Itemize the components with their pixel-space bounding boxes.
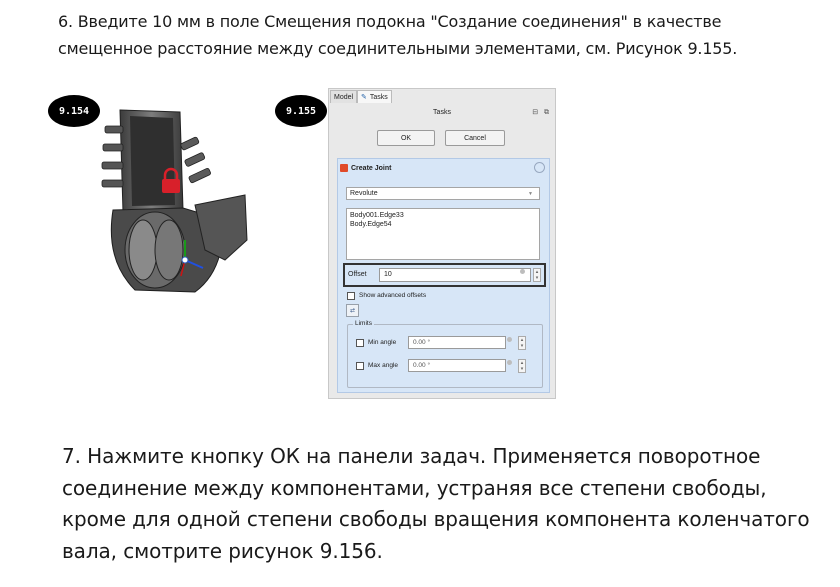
tab-tasks-label: Tasks <box>369 93 388 101</box>
tasks-panel: Model ✎ Tasks Tasks ⊟ ⧉ OK Cancel Create… <box>328 88 556 399</box>
max-angle-stepper[interactable]: ▴ ▾ <box>518 359 526 373</box>
expression-icon[interactable] <box>507 337 512 342</box>
joint-type-select[interactable]: Revolute ▼ <box>346 187 540 200</box>
swap-icon[interactable]: ⇄ <box>346 304 359 317</box>
min-angle-stepper[interactable]: ▴ ▾ <box>518 336 526 350</box>
tab-model-label: Model <box>334 93 354 101</box>
window-buttons[interactable]: ⊟ ⧉ <box>532 108 551 117</box>
expression-icon[interactable] <box>520 269 525 274</box>
offset-row: Offset 10 ▴ ▾ <box>343 263 546 287</box>
min-angle-field[interactable]: 0.00 ° <box>408 336 506 349</box>
references-list[interactable]: Body001.Edge33 Body.Edge54 <box>346 208 540 260</box>
create-joint-title: Create Joint <box>351 164 392 172</box>
max-angle-label: Max angle <box>368 362 398 369</box>
list-item[interactable]: Body001.Edge33 <box>350 211 536 220</box>
create-joint-box: Create Joint Revolute ▼ Body001.Edge33 B… <box>337 158 550 393</box>
min-angle-checkbox[interactable] <box>356 339 364 347</box>
joint-type-value: Revolute <box>350 190 378 197</box>
figure-154-crankshaft-model <box>101 109 248 293</box>
freecad-joint-icon <box>340 164 348 172</box>
show-advanced-checkbox[interactable] <box>347 292 355 300</box>
panel-tabs: Model ✎ Tasks <box>329 89 555 104</box>
cancel-button[interactable]: Cancel <box>445 130 505 146</box>
ok-button[interactable]: OK <box>377 130 435 146</box>
list-item[interactable]: Body.Edge54 <box>350 220 536 229</box>
max-angle-checkbox[interactable] <box>356 362 364 370</box>
caret-down-icon: ▼ <box>528 191 533 197</box>
tab-model[interactable]: Model <box>330 90 358 103</box>
limits-group: Limits Min angle 0.00 ° ▴ ▾ Max angle 0.0… <box>347 320 543 388</box>
collapse-icon[interactable] <box>534 162 545 173</box>
figure-155-badge: 9.155 <box>275 95 327 127</box>
tab-tasks[interactable]: ✎ Tasks <box>357 90 392 103</box>
pencil-icon: ✎ <box>361 94 367 101</box>
offset-field[interactable]: 10 <box>379 268 531 282</box>
create-joint-header: Create Joint <box>340 162 391 174</box>
step-7-paragraph: 7. Нажмите кнопку ОК на панели задач. Пр… <box>62 444 810 563</box>
panel-title: Tasks <box>433 109 451 116</box>
min-angle-label: Min angle <box>368 339 397 346</box>
max-angle-field[interactable]: 0.00 ° <box>408 359 506 372</box>
show-advanced-label: Show advanced offsets <box>359 292 427 299</box>
offset-label: Offset <box>348 271 367 278</box>
expression-icon[interactable] <box>507 360 512 365</box>
limits-legend: Limits <box>353 320 374 327</box>
step-6-paragraph: 6. Введите 10 мм в поле Смещения подокна… <box>58 12 738 58</box>
offset-stepper[interactable]: ▴ ▾ <box>533 268 541 282</box>
